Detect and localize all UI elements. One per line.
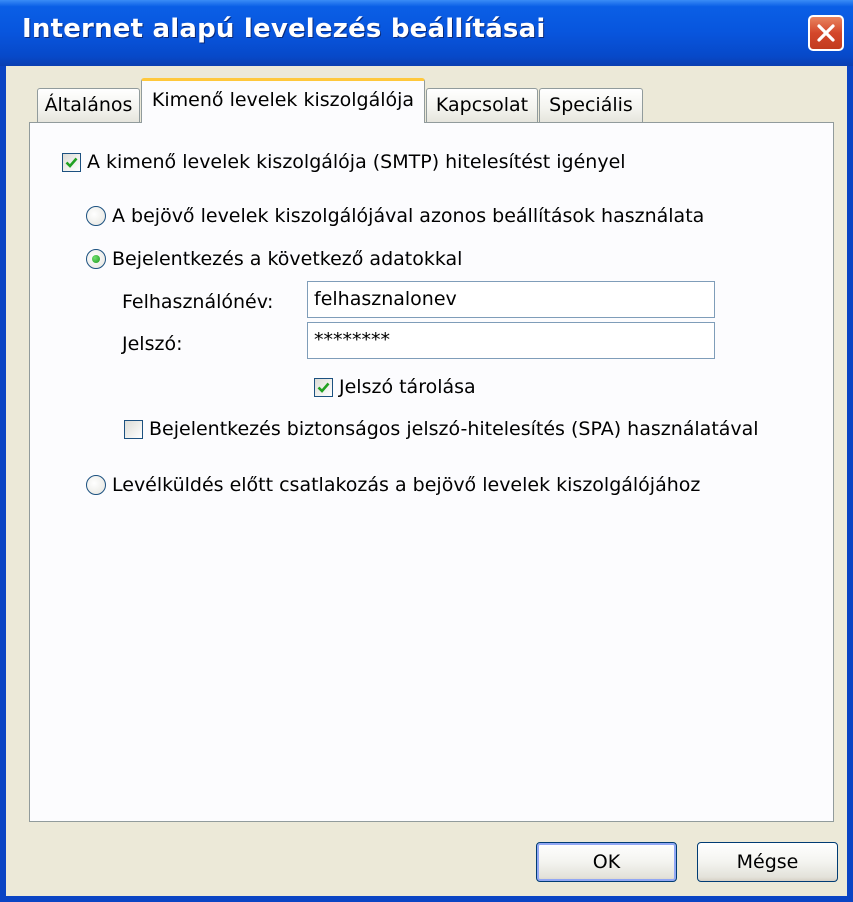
close-icon	[817, 24, 835, 42]
smtp-auth-row[interactable]: A kimenő levelek kiszolgálója (SMTP) hit…	[62, 151, 626, 173]
tab-connection[interactable]: Kapcsolat	[426, 88, 538, 122]
tab-outgoing-server[interactable]: Kimenő levelek kiszolgálója	[141, 78, 425, 123]
tab-connection-label: Kapcsolat	[435, 94, 529, 116]
window-title: Internet alapú levelezés beállításai	[22, 14, 546, 44]
spa-label: Bejelentkezés biztonságos jelszó-hiteles…	[149, 418, 759, 440]
password-label: Jelszó:	[122, 333, 183, 355]
log-on-using-radio[interactable]	[86, 249, 106, 269]
username-label: Felhasználónév:	[122, 291, 274, 313]
log-on-before-send-radio[interactable]	[86, 475, 106, 495]
log-on-before-send-row[interactable]: Levélküldés előtt csatlakozás a bejövő l…	[86, 474, 700, 496]
check-mark-icon	[65, 157, 78, 168]
radio-selected-dot	[92, 255, 100, 263]
same-settings-row[interactable]: A bejövő levelek kiszolgálójával azonos …	[86, 205, 704, 227]
check-mark-icon	[317, 382, 330, 393]
log-on-using-label: Bejelentkezés a következő adatokkal	[112, 248, 463, 270]
close-button[interactable]	[808, 15, 844, 51]
tab-advanced[interactable]: Speciális	[539, 88, 643, 122]
title-bar[interactable]: Internet alapú levelezés beállításai	[0, 0, 853, 66]
log-on-using-row[interactable]: Bejelentkezés a következő adatokkal	[86, 248, 462, 270]
spa-row[interactable]: Bejelentkezés biztonságos jelszó-hiteles…	[124, 418, 759, 440]
spa-checkbox[interactable]	[124, 419, 143, 439]
tab-outgoing-server-label: Kimenő levelek kiszolgálója	[151, 89, 415, 111]
remember-password-row[interactable]: Jelszó tárolása	[314, 376, 476, 398]
tab-general[interactable]: Általános	[37, 88, 140, 122]
smtp-auth-label: A kimenő levelek kiszolgálója (SMTP) hit…	[87, 151, 626, 173]
password-input[interactable]: ********	[307, 322, 715, 359]
cancel-button[interactable]: Mégse	[697, 842, 838, 882]
remember-password-label: Jelszó tárolása	[339, 376, 476, 398]
smtp-auth-checkbox[interactable]	[62, 152, 81, 172]
tab-general-label: Általános	[44, 94, 133, 116]
ok-button[interactable]: OK	[536, 842, 677, 882]
same-settings-label: A bejövő levelek kiszolgálójával azonos …	[112, 205, 705, 227]
tab-advanced-label: Speciális	[549, 94, 633, 116]
log-on-before-send-label: Levélküldés előtt csatlakozás a bejövő l…	[112, 474, 701, 496]
username-input[interactable]: felhasznalonev	[307, 281, 715, 318]
same-settings-radio[interactable]	[86, 206, 106, 226]
remember-password-checkbox[interactable]	[314, 377, 333, 397]
outgoing-server-panel: A kimenő levelek kiszolgálója (SMTP) hit…	[29, 122, 834, 822]
dialog-window: Internet alapú levelezés beállításai Ált…	[0, 0, 853, 902]
